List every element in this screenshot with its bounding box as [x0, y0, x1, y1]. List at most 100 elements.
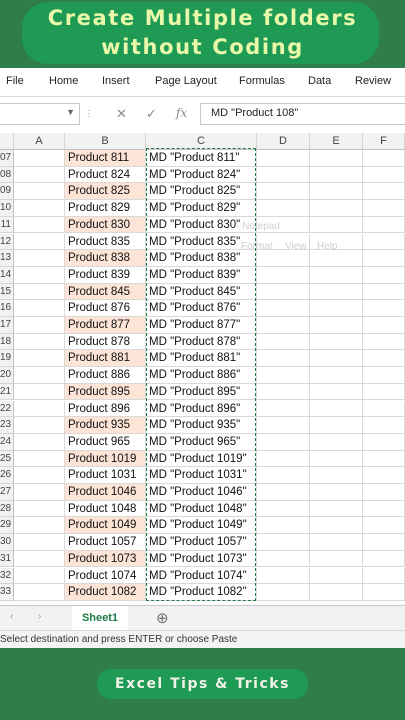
column-header-c[interactable]: C	[146, 133, 257, 150]
cell-c[interactable]: MD "Product 838"	[146, 250, 257, 267]
cell-e[interactable]	[310, 283, 363, 301]
cell-a[interactable]	[14, 250, 65, 267]
row-number[interactable]: 27	[0, 484, 14, 501]
cell-e[interactable]	[310, 300, 363, 317]
cell-e[interactable]	[310, 166, 363, 184]
column-header-f[interactable]: F	[363, 133, 405, 150]
cell-b[interactable]: Product 845	[65, 283, 146, 301]
cell-d[interactable]	[257, 283, 310, 301]
cell-e[interactable]	[310, 450, 363, 468]
cell-f[interactable]	[363, 333, 405, 351]
cell-a[interactable]	[14, 300, 65, 317]
cell-e[interactable]	[310, 317, 363, 334]
cell-b[interactable]: Product 886	[65, 367, 146, 384]
cell-c[interactable]: MD "Product 1031"	[146, 467, 257, 484]
cell-e[interactable]	[310, 183, 363, 201]
cell-c[interactable]: MD "Product 965"	[146, 433, 257, 451]
cell-b[interactable]: Product 1082	[65, 584, 146, 601]
cell-e[interactable]	[310, 517, 363, 535]
cell-a[interactable]	[14, 317, 65, 334]
cell-d[interactable]	[257, 166, 310, 184]
cell-a[interactable]	[14, 333, 65, 351]
row-number[interactable]: 09	[0, 183, 14, 201]
row-number[interactable]: 08	[0, 166, 14, 184]
cell-c[interactable]: MD "Product 935"	[146, 417, 257, 434]
scroll-left-icon[interactable]: ‹	[10, 611, 13, 622]
row-number[interactable]: 17	[0, 317, 14, 334]
cell-c[interactable]: MD "Product 1073"	[146, 550, 257, 568]
cell-c[interactable]: MD "Product 1049"	[146, 517, 257, 535]
row-number[interactable]: 29	[0, 517, 14, 535]
cell-a[interactable]	[14, 517, 65, 535]
column-header-a[interactable]: A	[14, 133, 65, 150]
cell-a[interactable]	[14, 500, 65, 518]
cell-f[interactable]	[363, 534, 405, 551]
cell-f[interactable]	[363, 216, 405, 234]
cell-f[interactable]	[363, 484, 405, 501]
cell-c[interactable]: MD "Product 876"	[146, 300, 257, 317]
cell-f[interactable]	[363, 550, 405, 568]
cell-d[interactable]	[257, 266, 310, 284]
insert-function-icon[interactable]: fx	[176, 106, 187, 120]
row-number[interactable]: 16	[0, 300, 14, 317]
cell-f[interactable]	[363, 433, 405, 451]
cell-d[interactable]	[257, 183, 310, 201]
cell-b[interactable]: Product 835	[65, 233, 146, 251]
cell-a[interactable]	[14, 183, 65, 201]
cell-e[interactable]	[310, 484, 363, 501]
cell-d[interactable]	[257, 500, 310, 518]
cell-c[interactable]: MD "Product 886"	[146, 367, 257, 384]
cell-d[interactable]	[257, 417, 310, 434]
cell-a[interactable]	[14, 350, 65, 368]
cell-e[interactable]	[310, 333, 363, 351]
cell-f[interactable]	[363, 183, 405, 201]
cell-c[interactable]: MD "Product 824"	[146, 166, 257, 184]
row-number[interactable]: 30	[0, 534, 14, 551]
row-number[interactable]: 24	[0, 433, 14, 451]
cell-a[interactable]	[14, 417, 65, 434]
chevron-down-icon[interactable]: ▼	[66, 107, 75, 117]
cell-c[interactable]: MD "Product 811"	[146, 150, 257, 167]
column-header-e[interactable]: E	[310, 133, 363, 150]
cell-c[interactable]: MD "Product 829"	[146, 200, 257, 217]
row-number[interactable]: 13	[0, 250, 14, 267]
cell-d[interactable]	[257, 350, 310, 368]
cell-d[interactable]	[257, 534, 310, 551]
cell-f[interactable]	[363, 417, 405, 434]
cell-b[interactable]: Product 1049	[65, 517, 146, 535]
cell-a[interactable]	[14, 233, 65, 251]
cell-f[interactable]	[363, 400, 405, 418]
cell-e[interactable]	[310, 216, 363, 234]
cell-b[interactable]: Product 829	[65, 200, 146, 217]
cell-b[interactable]: Product 811	[65, 150, 146, 167]
row-number[interactable]: 14	[0, 266, 14, 284]
cell-e[interactable]	[310, 500, 363, 518]
cell-f[interactable]	[363, 584, 405, 601]
cell-d[interactable]	[257, 200, 310, 217]
drag-handle-icon[interactable]: ⋮	[85, 109, 93, 118]
cell-b[interactable]: Product 1073	[65, 550, 146, 568]
cell-d[interactable]	[257, 367, 310, 384]
cell-f[interactable]	[363, 166, 405, 184]
cell-c[interactable]: MD "Product 839"	[146, 266, 257, 284]
cell-b[interactable]: Product 878	[65, 333, 146, 351]
cell-c[interactable]: MD "Product 878"	[146, 333, 257, 351]
cell-a[interactable]	[14, 467, 65, 484]
cell-b[interactable]: Product 895	[65, 383, 146, 401]
column-header-d[interactable]: D	[257, 133, 310, 150]
cell-f[interactable]	[363, 233, 405, 251]
row-number[interactable]: 19	[0, 350, 14, 368]
cell-a[interactable]	[14, 216, 65, 234]
cell-b[interactable]: Product 824	[65, 166, 146, 184]
cell-a[interactable]	[14, 400, 65, 418]
formula-input[interactable]: MD "Product 108"	[200, 103, 405, 125]
cell-e[interactable]	[310, 467, 363, 484]
cell-c[interactable]: MD "Product 1074"	[146, 567, 257, 585]
cell-a[interactable]	[14, 450, 65, 468]
cell-f[interactable]	[363, 317, 405, 334]
cell-f[interactable]	[363, 450, 405, 468]
row-number[interactable]: 15	[0, 283, 14, 301]
cell-c[interactable]: MD "Product 1082"	[146, 584, 257, 601]
tab-file[interactable]: File	[6, 75, 24, 87]
cell-b[interactable]: Product 1048	[65, 500, 146, 518]
